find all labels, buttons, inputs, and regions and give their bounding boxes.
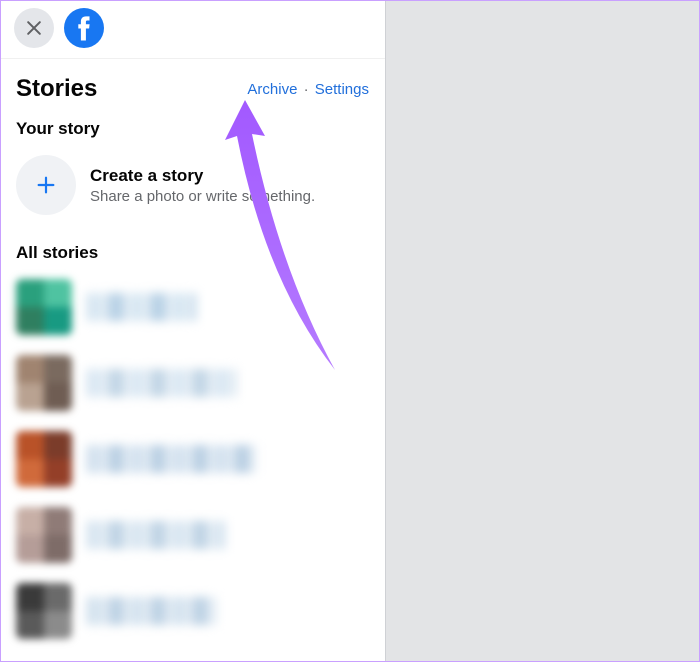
story-avatar bbox=[16, 279, 72, 335]
your-story-heading: Your story bbox=[0, 109, 385, 143]
page-title: Stories bbox=[16, 75, 97, 103]
create-title: Create a story bbox=[90, 166, 315, 186]
sidebar-header bbox=[0, 0, 385, 59]
story-avatar bbox=[16, 431, 72, 487]
title-row: Stories Archive · Settings bbox=[0, 59, 385, 109]
story-avatar bbox=[16, 583, 72, 639]
facebook-logo[interactable] bbox=[64, 8, 104, 48]
close-button[interactable] bbox=[14, 8, 54, 48]
create-text: Create a story Share a photo or write so… bbox=[90, 166, 315, 205]
story-name bbox=[86, 369, 236, 397]
story-name bbox=[86, 445, 256, 473]
plus-icon bbox=[35, 174, 57, 196]
create-story-button[interactable]: Create a story Share a photo or write so… bbox=[0, 143, 385, 227]
story-item[interactable] bbox=[0, 573, 385, 649]
story-avatar bbox=[16, 355, 72, 411]
story-name bbox=[86, 521, 226, 549]
create-subtitle: Share a photo or write something. bbox=[90, 188, 315, 205]
content-panel bbox=[385, 0, 700, 662]
settings-link[interactable]: Settings bbox=[315, 81, 369, 98]
all-stories-heading: All stories bbox=[0, 227, 385, 269]
story-item[interactable] bbox=[0, 345, 385, 421]
story-item[interactable] bbox=[0, 421, 385, 497]
stories-sidebar: Stories Archive · Settings Your story Cr… bbox=[0, 0, 385, 662]
app-root: Stories Archive · Settings Your story Cr… bbox=[0, 0, 700, 662]
plus-circle bbox=[16, 155, 76, 215]
header-links: Archive · Settings bbox=[247, 81, 369, 98]
link-separator: · bbox=[302, 81, 311, 98]
story-name bbox=[86, 597, 216, 625]
story-name bbox=[86, 293, 196, 321]
archive-link[interactable]: Archive bbox=[247, 81, 297, 98]
story-item[interactable] bbox=[0, 269, 385, 345]
sidebar-scroll[interactable]: Stories Archive · Settings Your story Cr… bbox=[0, 59, 385, 662]
story-avatar bbox=[16, 507, 72, 563]
close-icon bbox=[24, 18, 44, 38]
story-item[interactable] bbox=[0, 497, 385, 573]
facebook-icon bbox=[64, 8, 104, 48]
